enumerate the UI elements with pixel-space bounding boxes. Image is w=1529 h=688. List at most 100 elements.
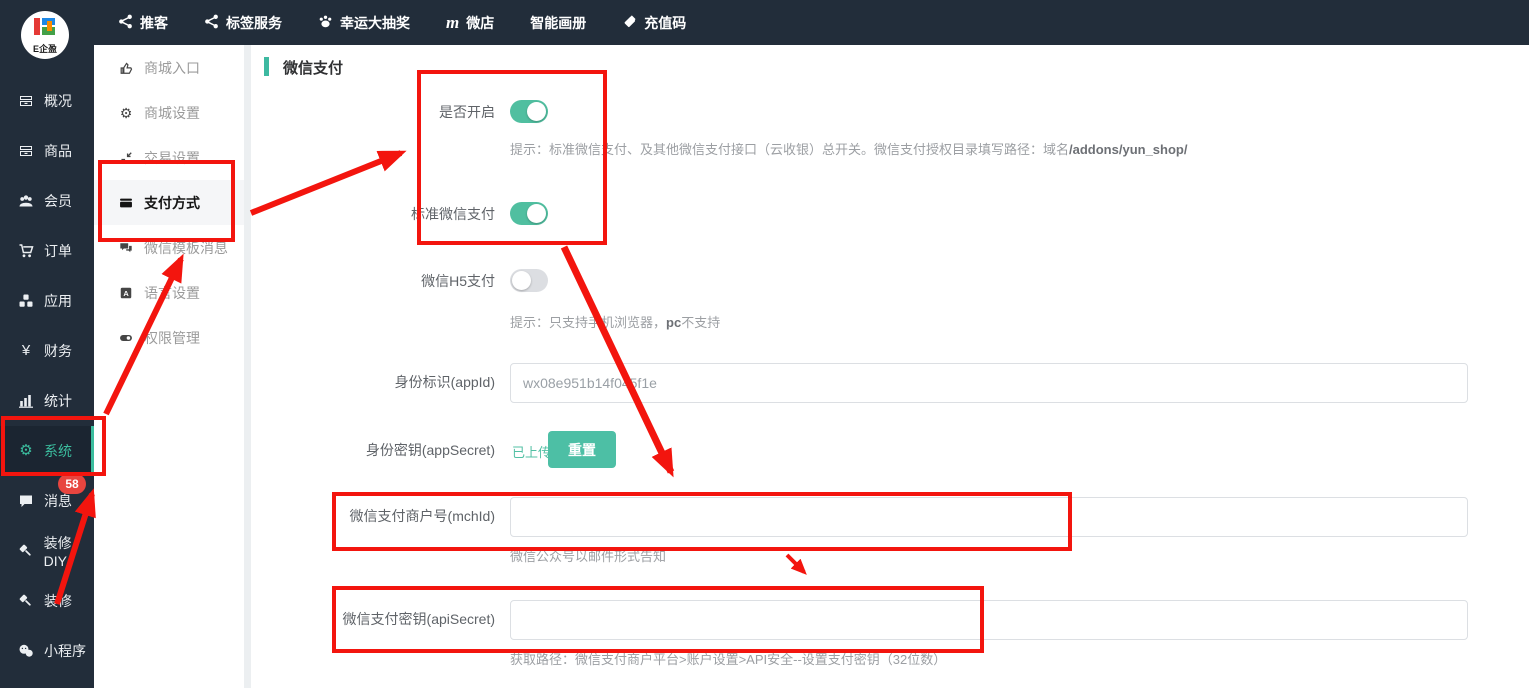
title-accent-bar [264,57,269,76]
orders-icon [17,243,35,259]
appsecret-label: 身份密钥(appSecret) [255,440,495,460]
nav-item-label: 推客 [140,13,168,33]
nav-item-tuike[interactable]: 推客 [118,13,168,33]
nav-item-tag-service[interactable]: 标签服务 [204,13,282,33]
sidebar-item-label: 概况 [44,91,72,111]
submenu-item-trade-settings[interactable]: 交易设置 [94,135,244,180]
submenu-item-label: 交易设置 [144,148,200,168]
apisecret-input[interactable] [510,600,1468,640]
mchid-input[interactable] [510,497,1468,537]
sidebar-item-decorate[interactable]: 装修 [0,576,94,626]
hint-path: /addons/yun_shop/ [1069,142,1187,157]
appid-input[interactable] [510,363,1468,403]
apisecret-hint: 获取路径：微信支付商户平台>账户设置>API安全--设置支付密钥（32位数） [510,649,946,668]
nav-item-smart-album[interactable]: 智能画册 [530,13,586,33]
app-logo[interactable]: E企盈 [21,11,69,59]
gavel-icon [17,593,35,609]
gear-icon: ⚙ [118,106,134,120]
sidebar-item-miniprogram[interactable]: 小程序 [0,626,94,676]
weidian-m-icon: m [446,15,459,30]
submenu-item-label: 商城入口 [144,58,200,78]
goods-icon [17,143,35,159]
logo-text: E企盈 [21,42,69,55]
hand-icon [118,61,134,75]
nav-item-weidian[interactable]: m 微店 [446,13,494,33]
messages-icon [17,493,35,509]
hint-text: 提示：标准微信支付、及其他微信支付接口（云收银）总开关。微信支付授权目录填写路径… [510,142,1069,157]
nav-item-label: 微店 [466,13,494,33]
submenu-scrollbar[interactable] [244,45,251,688]
submenu-item-wechat-template[interactable]: 微信模板消息 [94,225,244,270]
messages-count-badge: 58 [58,474,86,494]
system-submenu: 商城入口 ⚙ 商城设置 交易设置 支付方式 微信模板消息 A 语言设置 权限管理 [94,45,244,688]
submenu-item-permissions[interactable]: 权限管理 [94,315,244,360]
sidebar-item-goods[interactable]: 商品 [0,126,94,176]
h5-pay-toggle[interactable] [510,269,548,292]
logo-shape [47,21,52,31]
nav-item-label: 幸运大抽奖 [340,13,410,33]
annotation-arrow-to-apisecret [787,555,804,572]
sidebar-item-label: 会员 [44,191,72,211]
nav-item-recharge-code[interactable]: 充值码 [622,13,686,33]
overview-icon [17,93,35,109]
submenu-item-payment-methods[interactable]: 支付方式 [94,180,244,225]
submenu-item-language-settings[interactable]: A 语言设置 [94,270,244,315]
credit-card-icon [118,196,134,210]
share-icon [118,14,133,32]
reset-button[interactable]: 重置 [548,431,616,468]
appid-label: 身份标识(appId) [255,372,495,392]
sidebar-item-label: 应用 [44,291,72,311]
sidebar-item-label: 小程序 [44,641,86,661]
hint-text: 不支持 [681,315,720,330]
submenu-item-shop-entrance[interactable]: 商城入口 [94,45,244,90]
top-nav: 推客 标签服务 幸运大抽奖 m 微店 智能画册 充值码 [118,0,686,45]
paw-icon [318,14,333,32]
admin-page: 推客 标签服务 幸运大抽奖 m 微店 智能画册 充值码 [0,0,1529,688]
enable-hint: 提示：标准微信支付、及其他微信支付接口（云收银）总开关。微信支付授权目录填写路径… [510,139,1187,158]
nav-item-label: 标签服务 [226,13,282,33]
sidebar-item-decorate-diy[interactable]: 装修DIY [0,526,94,576]
nav-item-lucky-draw[interactable]: 幸运大抽奖 [318,13,410,33]
enable-toggle[interactable] [510,100,548,123]
toggle-icon [118,331,134,345]
submenu-item-label: 微信模板消息 [144,238,228,258]
top-navbar: 推客 标签服务 幸运大抽奖 m 微店 智能画册 充值码 [0,0,1529,45]
sidebar-item-system[interactable]: ⚙ 系统 [0,426,94,476]
standard-pay-label: 标准微信支付 [255,204,495,224]
submenu-item-shop-settings[interactable]: ⚙ 商城设置 [94,90,244,135]
toggle-knob [527,102,546,121]
wechat-icon [17,643,35,659]
submenu-item-label: 支付方式 [144,193,200,213]
hint-text: pc [666,315,681,330]
language-icon: A [118,286,134,300]
main-sidebar: 概况 商品 会员 订单 应用 ¥ 财务 统计 ⚙ 系统 [0,0,94,688]
system-gear-icon: ⚙ [17,443,35,459]
gavel-icon [17,543,35,559]
sidebar-item-stats[interactable]: 统计 [0,376,94,426]
sidebar-item-overview[interactable]: 概况 [0,76,94,126]
nav-item-label: 充值码 [644,13,686,33]
enable-label: 是否开启 [255,102,495,122]
sidebar-item-label: 商品 [44,141,72,161]
sidebar-item-label: 装修 [44,591,72,611]
sidebar-item-finance[interactable]: ¥ 财务 [0,326,94,376]
page-title: 微信支付 [283,57,343,78]
standard-pay-toggle[interactable] [510,202,548,225]
stats-icon [17,393,35,409]
sidebar-item-label: 统计 [44,391,72,411]
sidebar-item-apps[interactable]: 应用 [0,276,94,326]
appsecret-uploaded-status: 已上传 [512,442,551,461]
recharge-code-icon [622,14,637,32]
exchange-arrows-icon [118,151,134,165]
apisecret-label: 微信支付密钥(apiSecret) [255,609,495,629]
hint-text: 提示：只支持手机浏览器， [510,315,666,330]
apps-icon [17,293,35,309]
finance-yen-icon: ¥ [17,343,35,359]
submenu-item-label: 商城设置 [144,103,200,123]
sidebar-item-members[interactable]: 会员 [0,176,94,226]
sidebar-item-orders[interactable]: 订单 [0,226,94,276]
logo-shape [34,18,40,35]
toggle-knob [512,271,531,290]
sidebar-item-label: 财务 [44,341,72,361]
mchid-label: 微信支付商户号(mchId) [255,506,495,526]
